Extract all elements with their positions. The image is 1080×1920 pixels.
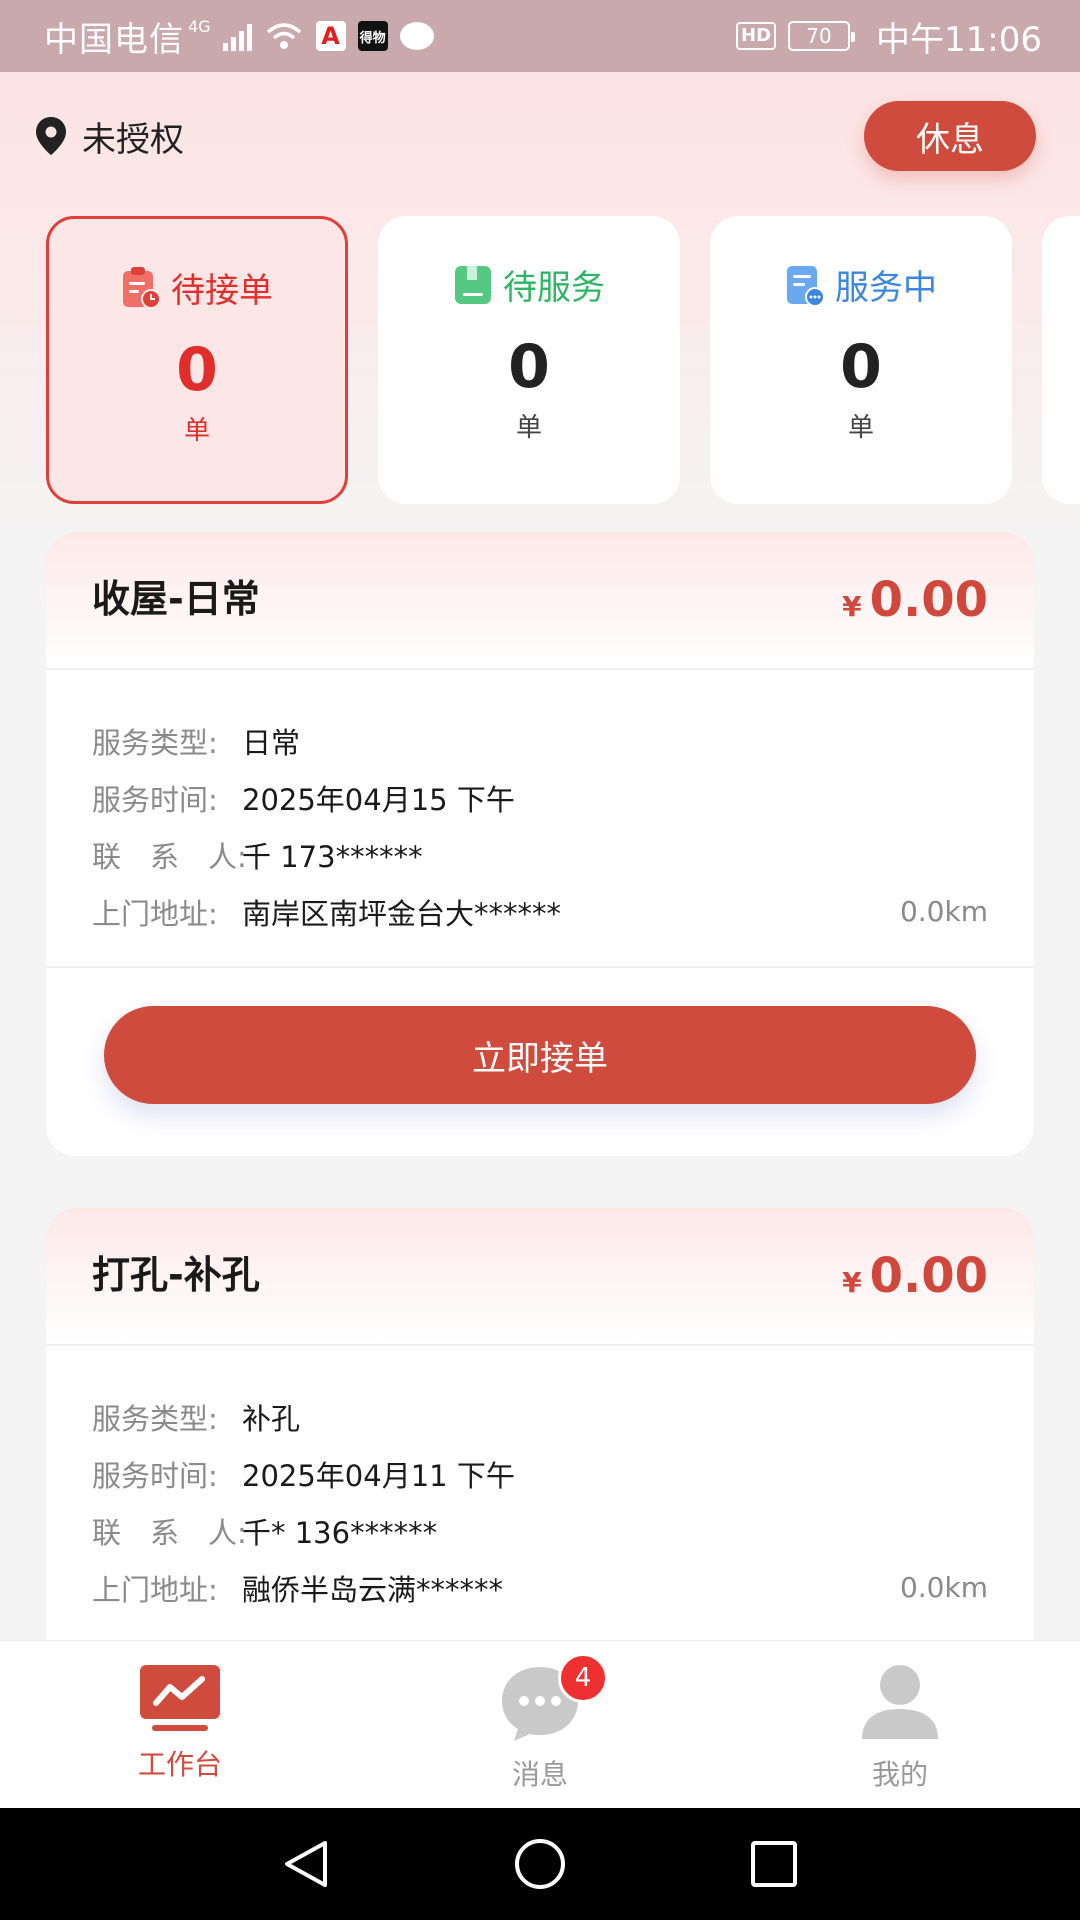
workbench-icon — [140, 1665, 220, 1731]
service-type-value: 日常 — [242, 725, 301, 760]
location-pin-icon — [36, 117, 66, 155]
tab-messages[interactable]: 4 消息 — [360, 1641, 720, 1808]
accept-order-button[interactable]: 立即接单 — [104, 1006, 976, 1104]
order-card[interactable]: 收屋-日常 ¥ 0.00 服务类型: 日常 服务时间: 2025年04月15 下… — [46, 532, 1034, 1156]
distance: 0.0km — [899, 895, 988, 928]
address-row: 上门地址: 南岸区南坪金台大****** 0.0km — [92, 883, 988, 940]
stat-unit: 单 — [515, 413, 542, 443]
stat-value: 0 — [508, 332, 550, 402]
address-row: 上门地址: 融侨半岛云满****** 0.0km — [92, 1559, 988, 1616]
recent-apps-icon[interactable] — [747, 1837, 801, 1891]
contact-value: 千* 136****** — [242, 1515, 438, 1550]
tab-label: 消息 — [511, 1758, 568, 1791]
tab-workbench[interactable]: 工作台 — [0, 1641, 360, 1808]
contact-label: 联 系 人: — [92, 839, 247, 874]
stat-card-in-service[interactable]: 服务中 0 单 — [710, 216, 1012, 504]
price-value: 0.00 — [869, 572, 988, 628]
stat-value: 0 — [840, 332, 882, 402]
address-value: 南岸区南坪金台大****** — [242, 896, 562, 931]
status-left: 中国电信 4G A 得物 — [44, 12, 434, 61]
wifi-icon — [266, 23, 301, 49]
header: 未授权 休息 — [0, 100, 1080, 172]
carrier-name: 中国电信 — [44, 19, 184, 60]
currency-symbol: ¥ — [842, 1266, 862, 1299]
adobe-app-icon: A — [315, 21, 346, 51]
location-label: 未授权 — [82, 119, 184, 160]
clock: 中午11:06 — [876, 19, 1042, 60]
back-icon[interactable] — [279, 1837, 333, 1891]
stat-card-to-serve[interactable]: 待服务 0 单 — [378, 216, 680, 504]
service-type-row: 服务类型: 日常 — [92, 712, 988, 769]
location-selector[interactable]: 未授权 — [34, 112, 184, 161]
contact-label: 联 系 人: — [92, 1515, 247, 1550]
rest-button[interactable]: 休息 — [864, 101, 1036, 171]
system-nav-bar — [0, 1808, 1080, 1920]
stat-card-pending[interactable]: 待接单 0 单 — [46, 216, 348, 504]
status-right: HD 70 中午11:06 — [736, 12, 1042, 61]
contact-row: 联 系 人: 千* 136****** — [92, 1502, 988, 1559]
stat-label: 服务中 — [835, 268, 937, 308]
battery-icon: 70 — [788, 21, 856, 51]
stat-unit: 单 — [183, 416, 210, 446]
order-details: 服务类型: 补孔 服务时间: 2025年04月11 下午 联 系 人: 千* 1… — [46, 1346, 1034, 1640]
distance: 0.0km — [899, 1571, 988, 1604]
tab-profile[interactable]: 我的 — [720, 1641, 1080, 1808]
tab-label: 我的 — [871, 1758, 928, 1791]
stat-unit: 单 — [847, 413, 874, 443]
profile-icon — [862, 1665, 938, 1739]
battery-level: 70 — [806, 24, 832, 48]
service-time-value: 2025年04月11 下午 — [242, 1458, 515, 1493]
service-type-label: 服务类型: — [92, 1401, 218, 1436]
stat-card-overflow[interactable] — [1042, 216, 1080, 504]
order-header: 打孔-补孔 ¥ 0.00 — [46, 1208, 1034, 1346]
address-label: 上门地址: — [92, 1572, 218, 1607]
home-icon[interactable] — [513, 1837, 567, 1891]
network-type: 4G — [188, 16, 211, 36]
status-bar: 中国电信 4G A 得物 HD 70 中午11:06 — [0, 0, 1080, 72]
stat-label: 待接单 — [171, 271, 273, 311]
contact-row: 联 系 人: 千 173****** — [92, 826, 988, 883]
order-title: 打孔-补孔 — [92, 1252, 260, 1297]
order-stats: 待接单 0 单 待服务 0 单 服务中 0 单 — [46, 216, 1080, 504]
order-card[interactable]: 打孔-补孔 ¥ 0.00 服务类型: 补孔 服务时间: 2025年04月11 下… — [46, 1208, 1034, 1640]
signal-icon — [222, 21, 252, 51]
currency-symbol: ¥ — [842, 590, 862, 623]
service-time-label: 服务时间: — [92, 1458, 218, 1493]
to-serve-icon — [455, 265, 491, 304]
stat-title: 待接单 — [121, 263, 273, 312]
order-price: ¥ 0.00 — [842, 572, 988, 628]
address-label: 上门地址: — [92, 896, 218, 931]
chat-notification-icon — [399, 22, 434, 50]
bottom-tab-bar: 工作台 4 消息 我的 — [0, 1640, 1080, 1808]
order-title: 收屋-日常 — [92, 576, 260, 621]
service-time-label: 服务时间: — [92, 782, 218, 817]
tab-label: 工作台 — [137, 1748, 222, 1781]
service-time-row: 服务时间: 2025年04月15 下午 — [92, 769, 988, 826]
in-service-icon — [787, 265, 825, 307]
hd-icon: HD — [736, 22, 777, 50]
unread-badge: 4 — [558, 1653, 608, 1703]
order-price: ¥ 0.00 — [842, 1248, 988, 1304]
stat-value: 0 — [176, 335, 218, 405]
stat-label: 待服务 — [503, 268, 605, 308]
contact-value: 千 173****** — [242, 839, 423, 874]
dewu-app-icon: 得物 — [357, 21, 388, 51]
service-time-value: 2025年04月15 下午 — [242, 782, 515, 817]
service-time-row: 服务时间: 2025年04月11 下午 — [92, 1445, 988, 1502]
service-type-label: 服务类型: — [92, 725, 218, 760]
order-header: 收屋-日常 ¥ 0.00 — [46, 532, 1034, 670]
service-type-row: 服务类型: 补孔 — [92, 1388, 988, 1445]
order-details: 服务类型: 日常 服务时间: 2025年04月15 下午 联 系 人: 千 17… — [46, 670, 1034, 966]
service-type-value: 补孔 — [242, 1401, 301, 1436]
pending-order-icon — [123, 266, 161, 309]
stat-title: 待服务 — [453, 260, 605, 309]
stat-title: 服务中 — [785, 260, 937, 309]
address-value: 融侨半岛云满****** — [242, 1572, 504, 1607]
price-value: 0.00 — [869, 1248, 988, 1304]
order-footer: 立即接单 — [46, 966, 1034, 1156]
